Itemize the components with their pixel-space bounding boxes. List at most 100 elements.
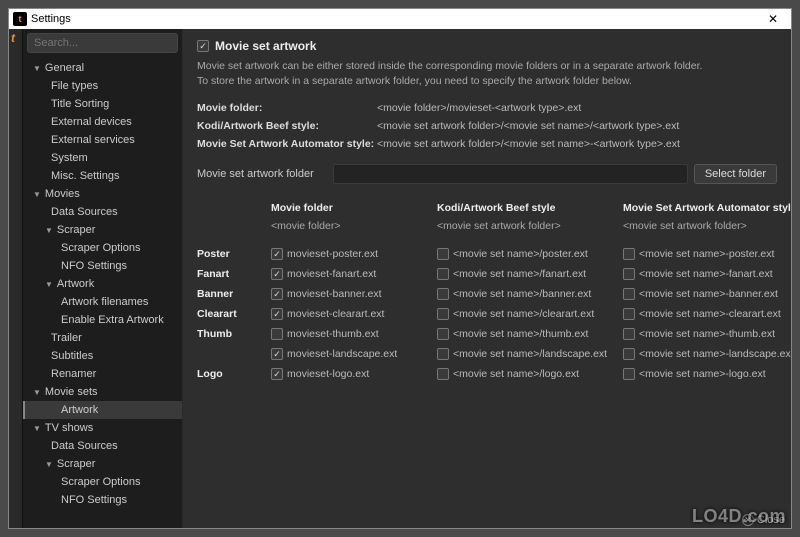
filename-cell: movieset-landscape.ext [271,346,431,362]
filename-cell: <movie set name>/fanart.ext [437,266,617,282]
tree-item[interactable]: Misc. Settings [23,167,182,185]
tree-item[interactable]: File types [23,77,182,95]
tree-item[interactable]: Subtitles [23,347,182,365]
filename-text: movieset-clearart.ext [287,308,384,320]
tree-item[interactable]: Artwork [23,401,182,419]
tree-group[interactable]: ▼General [23,59,182,77]
tree-item[interactable]: External devices [23,113,182,131]
chevron-down-icon: ▼ [45,226,53,235]
filename-checkbox[interactable] [271,248,283,260]
filename-checkbox[interactable] [623,308,635,320]
tree-subgroup-label: Artwork [57,278,94,290]
row-label: Clearart [197,306,265,322]
filename-text: movieset-fanart.ext [287,268,376,280]
desc-line-2: To store the artwork in a separate artwo… [197,74,777,89]
tree-subgroup[interactable]: ▼ Artwork [23,275,182,293]
filename-cell: <movie set name>/clearart.ext [437,306,617,322]
filename-cell: movieset-clearart.ext [271,306,431,322]
filename-checkbox[interactable] [271,328,283,340]
tree-item[interactable]: Data Sources [23,437,182,455]
tree-item[interactable]: Enable Extra Artwork [23,311,182,329]
tree-item[interactable]: Scraper Options [23,473,182,491]
filename-checkbox[interactable] [271,368,283,380]
app-icon: t [13,12,27,26]
filename-checkbox[interactable] [623,268,635,280]
filename-text: <movie set name>/thumb.ext [453,328,588,340]
tree-subgroup[interactable]: ▼Scraper [23,221,182,239]
filename-checkbox[interactable] [271,348,283,360]
tree-subgroup[interactable]: ▼ Scraper [23,455,182,473]
tree-item[interactable]: Artwork filenames [23,293,182,311]
filename-checkbox[interactable] [437,368,449,380]
filename-checkbox[interactable] [623,248,635,260]
tree-item[interactable]: Renamer [23,365,182,383]
tree-item[interactable]: Scraper Options [23,239,182,257]
chevron-down-icon: ▼ [33,190,41,199]
filename-cell: movieset-banner.ext [271,286,431,302]
filename-checkbox[interactable] [437,288,449,300]
search-input[interactable] [27,33,178,53]
main-panel: Movie set artwork Movie set artwork can … [183,29,791,528]
tree-item[interactable]: Data Sources [23,203,182,221]
close-button[interactable]: ✕ Close [742,514,785,526]
filename-text: <movie set name>/poster.ext [453,248,588,260]
spacer [197,202,265,216]
window-close-button[interactable]: ✕ [759,12,787,26]
section-title: Movie set artwork [215,39,316,53]
tree-group[interactable]: ▼TV shows [23,419,182,437]
filename-checkbox[interactable] [623,328,635,340]
row-label: Fanart [197,266,265,282]
filename-cell: <movie set name>-poster.ext [623,246,791,262]
tree-item[interactable]: Title Sorting [23,95,182,113]
tree-group[interactable]: ▼Movie sets [23,383,182,401]
settings-tree[interactable]: ▼GeneralFile typesTitle SortingExternal … [23,57,182,528]
filename-cell: <movie set name>/poster.ext [437,246,617,262]
filename-checkbox[interactable] [623,288,635,300]
row-label: Logo [197,366,265,382]
filename-checkbox[interactable] [437,328,449,340]
filename-text: <movie set name>-landscape.ext [639,348,791,360]
tree-item[interactable]: Trailer [23,329,182,347]
filename-checkbox[interactable] [623,368,635,380]
filename-checkbox[interactable] [437,268,449,280]
chevron-down-icon: ▼ [33,64,41,73]
filename-cell: <movie set name>-logo.ext [623,366,791,382]
tree-item[interactable]: External services [23,131,182,149]
path-value: <movie set artwork folder>/<movie set na… [377,120,679,132]
tree-subgroup-label: Scraper [57,458,96,470]
section-description: Movie set artwork can be either stored i… [197,59,777,88]
filename-text: movieset-banner.ext [287,288,382,300]
titlebar: t Settings ✕ [9,9,791,29]
row-label: Poster [197,246,265,262]
filename-checkbox[interactable] [437,308,449,320]
column-subheader: <movie folder> [271,220,431,242]
chevron-down-icon: ▼ [45,280,53,289]
filename-checkbox[interactable] [623,348,635,360]
filename-text: movieset-logo.ext [287,368,369,380]
tree-group-label: Movies [45,188,80,200]
chevron-down-icon: ▼ [33,388,41,397]
filename-checkbox[interactable] [271,288,283,300]
filename-text: <movie set name>-clearart.ext [639,308,781,320]
filename-cell: <movie set name>-landscape.ext [623,346,791,362]
tree-item[interactable]: NFO Settings [23,257,182,275]
tree-item[interactable]: System [23,149,182,167]
spacer [197,346,265,362]
artwork-folder-input[interactable] [333,164,688,184]
tree-item[interactable]: NFO Settings [23,491,182,509]
filename-checkbox[interactable] [437,348,449,360]
filename-text: <movie set name>-poster.ext [639,248,774,260]
chevron-down-icon: ▼ [45,460,53,469]
filename-checkbox[interactable] [271,308,283,320]
tree-group-label: TV shows [45,422,93,434]
filename-checkbox[interactable] [271,268,283,280]
filename-text: <movie set name>-banner.ext [639,288,778,300]
section-toggle-checkbox[interactable] [197,40,209,52]
filename-text: <movie set name>-fanart.ext [639,268,773,280]
folder-label: Movie set artwork folder [197,168,327,180]
column-subheader: <movie set artwork folder> [437,220,617,242]
filename-text: <movie set name>-thumb.ext [639,328,775,340]
tree-group[interactable]: ▼ Movies [23,185,182,203]
select-folder-button[interactable]: Select folder [694,164,777,184]
filename-checkbox[interactable] [437,248,449,260]
